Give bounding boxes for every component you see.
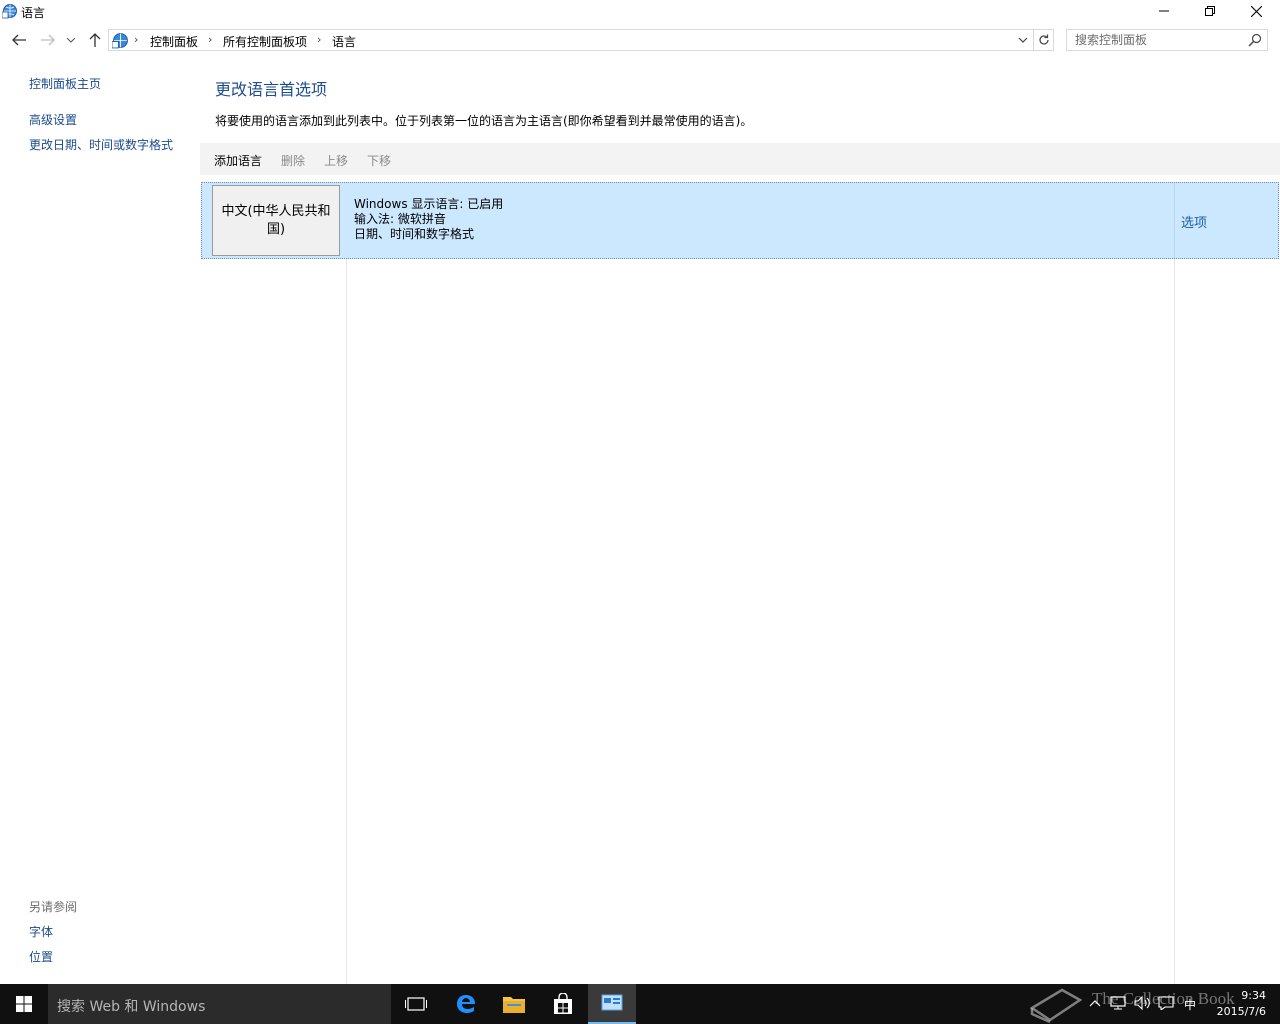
language-name: 中文(中华人民共和国) [221, 203, 331, 237]
close-icon [1250, 5, 1262, 17]
search-icon[interactable] [1248, 33, 1262, 47]
change-date-time-format-link[interactable]: 更改日期、时间或数字格式 [29, 136, 173, 153]
window-title: 语言 [21, 6, 46, 20]
page-title: 更改语言首选项 [215, 80, 328, 99]
fonts-link[interactable]: 字体 [29, 923, 53, 940]
search-input[interactable] [1067, 30, 1245, 50]
navigation-bar: › 控制面板 › 所有控制面板项 › 语言 [0, 24, 1280, 56]
minimize-button[interactable] [1141, 0, 1187, 22]
clock-time: 9:34 [1241, 989, 1266, 1002]
search-box[interactable] [1066, 29, 1268, 51]
task-view-icon [405, 997, 427, 1011]
volume-icon[interactable] [1134, 996, 1150, 1010]
taskbar: 搜索 Web 和 Windows The Collection Book 中 9… [0, 984, 1280, 1024]
file-explorer-button[interactable] [490, 984, 538, 1024]
move-down-button[interactable]: 下移 [367, 152, 391, 169]
options-divider [1174, 183, 1175, 258]
language-name-tile[interactable]: 中文(中华人民共和国) [212, 185, 340, 256]
see-also-heading: 另请参阅 [29, 900, 78, 914]
store-button[interactable] [539, 984, 587, 1024]
restore-icon [1205, 6, 1215, 16]
language-toolbar: 添加语言 删除 上移 下移 [200, 143, 1280, 175]
close-button[interactable] [1233, 0, 1279, 22]
clock[interactable]: 9:34 2015/7/6 [1210, 988, 1266, 1020]
clock-date: 2015/7/6 [1216, 1005, 1266, 1018]
language-details: Windows 显示语言: 已启用 输入法: 微软拼音 日期、时间和数字格式 [354, 197, 503, 242]
date-time-format: 日期、时间和数字格式 [354, 227, 475, 241]
breadcrumb-control-panel[interactable]: 控制面板 [150, 33, 198, 50]
back-arrow-icon [12, 34, 26, 46]
column-divider [1174, 258, 1175, 984]
minimize-icon [1159, 10, 1169, 12]
breadcrumb-separator-icon[interactable]: › [134, 33, 138, 46]
action-center-icon[interactable] [1158, 996, 1174, 1010]
language-list [200, 178, 1280, 984]
add-language-button[interactable]: 添加语言 [214, 152, 262, 169]
network-icon[interactable] [1110, 996, 1126, 1010]
control-panel-home-link[interactable]: 控制面板主页 [29, 75, 101, 92]
address-bar[interactable]: › 控制面板 › 所有控制面板项 › 语言 [108, 29, 1034, 51]
start-button[interactable] [0, 984, 48, 1024]
forward-arrow-icon [41, 34, 55, 46]
page-description: 将要使用的语言添加到此列表中。位于列表第一位的语言为主语言(即你希望看到并最常使… [215, 114, 753, 128]
title-bar: 语言 [0, 0, 1280, 24]
chevron-down-icon[interactable] [1017, 33, 1029, 47]
language-row-selected[interactable]: 中文(中华人民共和国) Windows 显示语言: 已启用 输入法: 微软拼音 … [201, 182, 1279, 259]
advanced-settings-link[interactable]: 高级设置 [29, 111, 77, 128]
move-up-button[interactable]: 上移 [324, 152, 348, 169]
chevron-down-icon [67, 37, 75, 43]
breadcrumb-language[interactable]: 语言 [332, 33, 356, 50]
breadcrumb-all-items[interactable]: 所有控制面板项 [223, 33, 307, 50]
refresh-button[interactable] [1034, 29, 1054, 51]
control-panel-icon [601, 994, 623, 1011]
taskbar-search[interactable]: 搜索 Web 和 Windows [48, 984, 391, 1024]
input-method-indicator[interactable]: 中 [1184, 996, 1196, 1013]
restore-button[interactable] [1187, 0, 1233, 22]
store-bag-icon [554, 993, 572, 1014]
show-hidden-icons-chevron-icon[interactable] [1089, 999, 1101, 1007]
breadcrumb-separator-icon[interactable]: › [208, 33, 212, 46]
control-panel-taskbar-button[interactable] [588, 984, 636, 1024]
back-button[interactable] [8, 30, 30, 50]
globe-clock-icon [112, 33, 128, 49]
folder-icon [503, 997, 525, 1013]
refresh-icon [1038, 34, 1049, 45]
left-pane: 控制面板主页 高级设置 更改日期、时间或数字格式 另请参阅 字体 位置 [0, 56, 200, 984]
edge-browser-icon [457, 995, 475, 1013]
up-button[interactable] [84, 30, 106, 50]
taskbar-search-placeholder: 搜索 Web 和 Windows [57, 999, 206, 1015]
globe-clock-icon [2, 4, 17, 19]
display-language-status: Windows 显示语言: 已启用 [354, 197, 504, 211]
column-divider [346, 258, 347, 984]
options-link[interactable]: 选项 [1181, 212, 1207, 231]
task-view-button[interactable] [392, 984, 440, 1024]
windows-logo-icon [16, 996, 32, 1012]
breadcrumb-separator-icon[interactable]: › [317, 33, 321, 46]
recent-locations-button[interactable] [62, 30, 80, 50]
book-watermark-icon [1030, 988, 1082, 1024]
input-method: 输入法: 微软拼音 [354, 212, 446, 226]
up-arrow-icon [89, 33, 101, 47]
edge-button[interactable] [442, 984, 490, 1024]
remove-button[interactable]: 删除 [281, 152, 305, 169]
location-link[interactable]: 位置 [29, 948, 53, 965]
forward-button[interactable] [37, 30, 59, 50]
